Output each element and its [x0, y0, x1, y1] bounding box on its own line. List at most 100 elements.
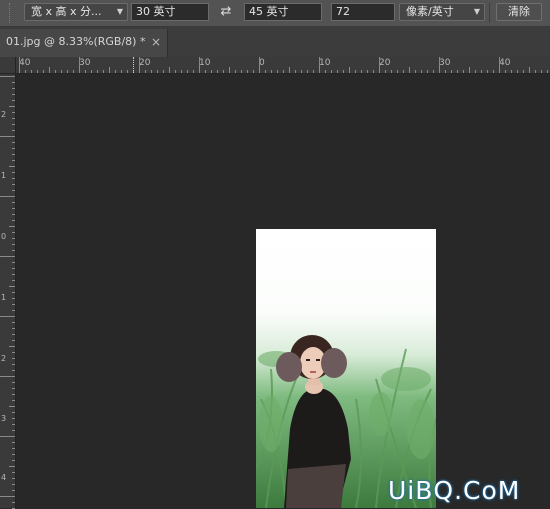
- height-field[interactable]: 45 英寸: [244, 3, 322, 21]
- ruler-tick: [241, 70, 242, 73]
- ruler-tick: [12, 472, 15, 473]
- crop-ratio-select[interactable]: 宽 x 高 x 分... ▼: [24, 3, 128, 21]
- ruler-tick: [169, 67, 170, 73]
- ruler-tick: [12, 304, 15, 305]
- document-canvas[interactable]: [17, 74, 550, 508]
- ruler-tick: [217, 70, 218, 73]
- ruler-tick: [9, 406, 15, 407]
- ruler-tick: [25, 70, 26, 73]
- resolution-field[interactable]: 72: [331, 3, 395, 21]
- ruler-tick: [0, 316, 15, 317]
- ruler-tick: [97, 70, 98, 73]
- ruler-tick: [12, 214, 15, 215]
- ruler-tick: [211, 70, 212, 73]
- ruler-tick: [12, 142, 15, 143]
- close-icon[interactable]: ×: [151, 29, 161, 55]
- ruler-tick: [12, 388, 15, 389]
- swap-arrows-icon[interactable]: ⇄: [217, 2, 235, 22]
- ruler-tick: [12, 322, 15, 323]
- portrait-photo: [256, 229, 436, 508]
- ruler-tick: [12, 190, 15, 191]
- ruler-tick: [67, 70, 68, 73]
- ruler-tick: [49, 67, 50, 73]
- vertical-ruler[interactable]: 2 1 0 1 2 3 4: [0, 74, 16, 509]
- ruler-tick: [43, 70, 44, 73]
- ruler-tick: [259, 57, 260, 73]
- ruler-tick: [12, 88, 15, 89]
- ruler-tick: [151, 70, 152, 73]
- ruler-tick: [12, 238, 15, 239]
- ruler-label: 1: [1, 293, 7, 302]
- ruler-tick: [91, 70, 92, 73]
- ruler-tick: [12, 418, 15, 419]
- ruler-tick: [547, 70, 548, 73]
- resolution-unit-select[interactable]: 像素/英寸 ▼: [399, 3, 485, 21]
- ruler-tick: [0, 496, 15, 497]
- clear-button[interactable]: 清除: [496, 3, 542, 21]
- ruler-tick: [0, 376, 15, 377]
- ruler-tick: [0, 196, 15, 197]
- ruler-tick: [277, 70, 278, 73]
- ruler-tick: [12, 478, 15, 479]
- ruler-tick: [337, 70, 338, 73]
- ruler-label: 3: [1, 414, 7, 423]
- ruler-tick: [325, 70, 326, 73]
- ruler-tick: [12, 448, 15, 449]
- ruler-tick: [247, 70, 248, 73]
- ruler-tick: [295, 70, 296, 73]
- ruler-tick: [433, 70, 434, 73]
- ruler-tick: [403, 70, 404, 73]
- ruler-tick: [265, 70, 266, 73]
- ruler-tick: [541, 70, 542, 73]
- document-tab-title: 01.jpg @ 8.33%(RGB/8) *: [6, 35, 146, 48]
- ruler-tick: [12, 244, 15, 245]
- ruler-tick: [187, 70, 188, 73]
- ruler-tick: [139, 57, 140, 73]
- document-tab[interactable]: 01.jpg @ 8.33%(RGB/8) * ×: [0, 29, 168, 57]
- ruler-tick: [31, 70, 32, 73]
- chevron-down-icon: ▼: [116, 7, 123, 16]
- ruler-tick: [12, 94, 15, 95]
- ruler-tick: [12, 202, 15, 203]
- ruler-tick: [9, 226, 15, 227]
- ruler-corner[interactable]: [0, 57, 16, 74]
- ruler-tick: [55, 70, 56, 73]
- ruler-tick: [12, 412, 15, 413]
- ruler-label: 20: [139, 58, 151, 68]
- chevron-down-icon: ▼: [473, 7, 480, 16]
- ruler-tick: [12, 208, 15, 209]
- ruler-label: 40: [499, 58, 511, 68]
- ruler-tick: [0, 256, 15, 257]
- width-field[interactable]: 30 英寸: [131, 3, 209, 21]
- ruler-label: 20: [379, 58, 391, 68]
- ruler-tick: [283, 70, 284, 73]
- ruler-tick: [385, 70, 386, 73]
- ruler-tick: [79, 57, 80, 73]
- ruler-tick: [12, 484, 15, 485]
- ruler-tick: [12, 250, 15, 251]
- ruler-tick: [415, 70, 416, 73]
- ruler-tick: [175, 70, 176, 73]
- ruler-tick: [12, 310, 15, 311]
- ruler-tick: [12, 430, 15, 431]
- ruler-tick: [427, 70, 428, 73]
- ruler-label: 2: [1, 110, 7, 119]
- ruler-tick: [12, 442, 15, 443]
- horizontal-ruler[interactable]: 40 30 20 10 0 10 20 30 40: [16, 57, 550, 74]
- ruler-tick: [157, 70, 158, 73]
- ruler-tick: [37, 70, 38, 73]
- ruler-tick: [12, 100, 15, 101]
- ruler-tick: [469, 67, 470, 73]
- ruler-label: 1: [1, 171, 7, 180]
- ruler-tick: [9, 346, 15, 347]
- ruler-tick: [409, 67, 410, 73]
- ruler-tick: [355, 70, 356, 73]
- ruler-tick: [163, 70, 164, 73]
- ruler-tick: [12, 292, 15, 293]
- ruler-guide-marker: [133, 57, 134, 73]
- ruler-label: 2: [1, 354, 7, 363]
- options-bar-grip[interactable]: [9, 3, 12, 23]
- ruler-tick: [493, 70, 494, 73]
- ruler-tick: [343, 70, 344, 73]
- document-image[interactable]: [256, 229, 436, 508]
